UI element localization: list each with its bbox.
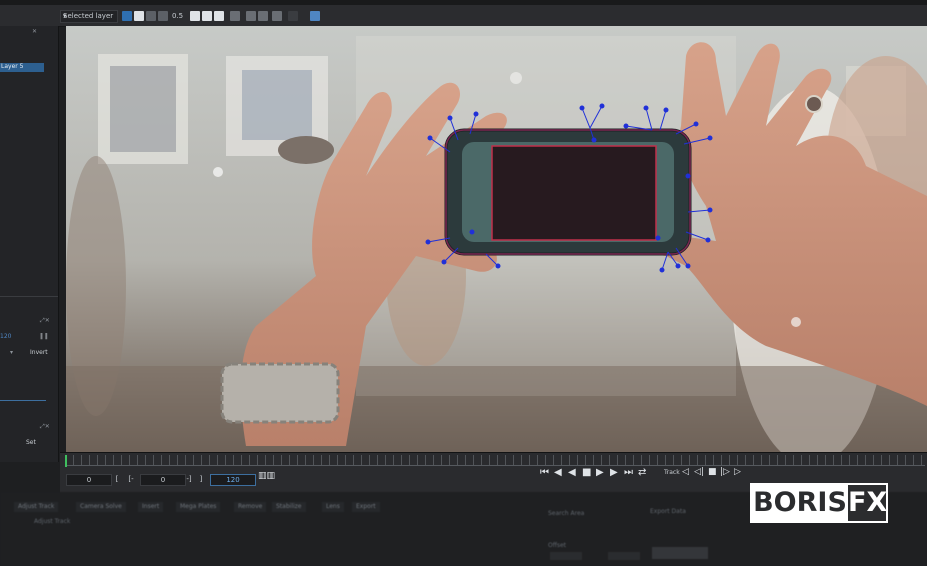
search-area-label: Search Area (548, 510, 585, 517)
tab-lens[interactable]: Lens (322, 502, 344, 512)
tab-stabilize[interactable]: Stabilize (272, 502, 306, 512)
set-row: Set (0, 438, 56, 448)
chevron-down-icon: ▾ (63, 12, 67, 20)
track-stop-icon[interactable]: ■ (708, 467, 717, 477)
offset-label: Offset (548, 542, 567, 549)
menu-strip (0, 0, 927, 5)
start-frame-field[interactable]: 0 (66, 474, 112, 486)
overlay-icon[interactable] (202, 11, 212, 21)
go-to-end-icon[interactable]: ⏭ (624, 467, 633, 478)
track-forward-icon[interactable]: ▷ (734, 467, 741, 477)
adjust-track-label: Adjust Track (34, 518, 71, 525)
slider-track[interactable] (0, 400, 46, 401)
dropdown-chevron-icon[interactable]: ▾ (10, 349, 13, 356)
set-out-button[interactable]: -] (184, 474, 194, 484)
go-to-start-icon[interactable]: ⏮ (540, 467, 549, 478)
select-tool-icon[interactable] (122, 11, 132, 21)
viewer-canvas[interactable] (66, 26, 927, 452)
tab-remove[interactable]: Remove (234, 502, 267, 512)
invert-label[interactable]: Invert (30, 349, 48, 356)
link-icon[interactable] (288, 11, 298, 21)
timeline-ruler[interactable] (65, 455, 925, 465)
gear-icon[interactable] (272, 11, 282, 21)
out-bracket-right[interactable]: ] (198, 474, 204, 484)
track-label: Track (664, 469, 680, 476)
track-step-back-icon[interactable]: ◁| (694, 467, 704, 477)
borisfx-logo: BORIS FX (750, 483, 888, 523)
in-bracket-left[interactable]: [ (114, 474, 120, 484)
tab-export[interactable]: Export (352, 502, 380, 512)
tab-insert[interactable]: Insert (138, 502, 164, 512)
offset-field-2[interactable] (608, 552, 640, 560)
zoom-value: 0.5 (172, 12, 184, 20)
tab-adjust-track[interactable]: Adjust Track (14, 502, 59, 512)
invert-row: ▾ Invert (0, 348, 56, 358)
brush-icon[interactable] (230, 11, 240, 21)
apply-button[interactable] (652, 547, 708, 559)
layer-item-label: Layer 5 (1, 63, 24, 70)
panel-close-icon[interactable]: ✕ (32, 28, 37, 35)
step-forward-icon[interactable]: ▶ (610, 467, 618, 478)
logo-fx-text: FX (848, 487, 888, 518)
track-backward-icon[interactable]: ◁ (682, 467, 689, 477)
add-point-tool-icon[interactable] (134, 11, 144, 21)
view-mode-icon[interactable] (190, 11, 200, 21)
divider (0, 296, 58, 297)
export-icon[interactable] (310, 11, 320, 21)
tab-mega-plates[interactable]: Mega Plates (176, 502, 221, 512)
track-step-forward-icon[interactable]: |▷ (720, 467, 730, 477)
logo-boris-text: BORIS (752, 485, 848, 521)
play-backward-icon[interactable]: ◀ (568, 467, 576, 478)
footage-image (66, 26, 927, 452)
set-button[interactable]: Set (26, 439, 36, 446)
layer-item-selected[interactable]: Layer 5 (0, 63, 44, 72)
tab-camera-solve[interactable]: Camera Solve (76, 502, 126, 512)
in-frame-field[interactable]: 0 (140, 474, 186, 486)
rotate-tool-icon[interactable] (158, 11, 168, 21)
frame-row: 120 ‖ ‖ (0, 332, 56, 342)
keyframe-icon[interactable]: ▥▥ (258, 471, 275, 481)
grid-icon[interactable] (214, 11, 224, 21)
offset-field[interactable] (550, 552, 582, 560)
top-toolbar: Selected layer ▾ 0.5 (0, 0, 927, 27)
layers-panel: ✕ Layer 5 ⤢✕ 120 ‖ ‖ ▾ Invert ⤢✕ Set (0, 26, 59, 462)
export-data-label: Export Data (650, 508, 686, 515)
hand-icon[interactable] (246, 11, 256, 21)
out-frame-field[interactable]: 120 (210, 474, 256, 486)
stop-icon[interactable]: ■ (582, 467, 591, 478)
timeline-track (65, 465, 925, 466)
set-in-button[interactable]: [- (126, 474, 136, 484)
playhead[interactable] (65, 455, 67, 467)
loop-icon[interactable]: ⇄ (638, 467, 646, 478)
play-forward-icon[interactable]: ▶ (596, 467, 604, 478)
move-tool-icon[interactable] (146, 11, 156, 21)
layer-select-dropdown[interactable]: Selected layer ▾ (60, 10, 118, 23)
panel-pin-icon[interactable]: ⤢✕ (40, 317, 50, 325)
frame-value[interactable]: 120 (0, 333, 11, 340)
step-back-icon[interactable]: ◀ (554, 467, 562, 478)
path-icon[interactable] (258, 11, 268, 21)
frame-stepper[interactable]: ‖ ‖ (40, 333, 48, 340)
panel-pin-icon-2[interactable]: ⤢✕ (40, 423, 50, 431)
